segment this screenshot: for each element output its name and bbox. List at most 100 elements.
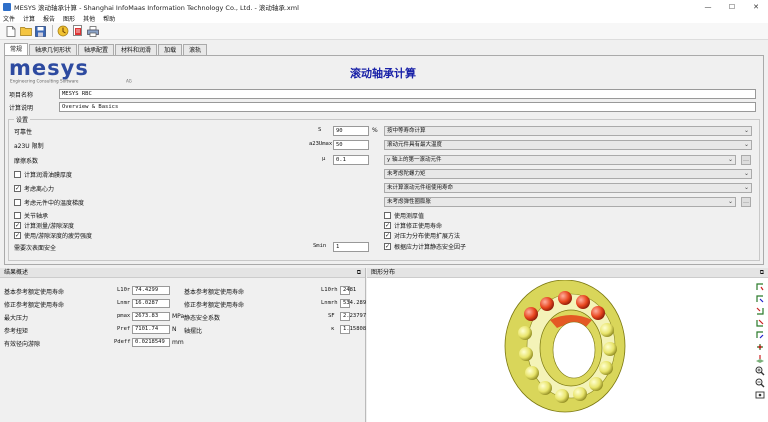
bearing-3d-view[interactable] [470, 280, 750, 422]
view-side-icon[interactable] [755, 330, 765, 340]
save-button[interactable] [34, 25, 47, 38]
temperature-mode-select[interactable]: 滚动元件具有最大温度 ⌄ [384, 140, 752, 150]
zoom-out-icon[interactable] [755, 378, 765, 388]
ball [600, 323, 614, 337]
close-icon[interactable]: ✕ [744, 0, 768, 13]
ring-expansion-options-button[interactable]: … [741, 197, 751, 207]
checkbox-box [14, 212, 21, 219]
checkbox-modified-life[interactable]: 计算修正使用寿命 [384, 221, 442, 230]
rolling-element-options-button[interactable]: … [741, 155, 751, 165]
page-title: 滚动轴承计算 [350, 67, 416, 80]
save-icon [35, 25, 46, 37]
pin-icon[interactable]: ⧉ [760, 268, 764, 278]
logo-ag: AG [126, 79, 132, 84]
result-lnmrh-value: 534.289 [340, 299, 366, 308]
checkbox-box [14, 222, 21, 229]
calculate-button[interactable] [56, 25, 69, 38]
ring-expansion-select[interactable]: 未考虑弹性圈膨胀 ⌄ [384, 197, 736, 207]
calc-description-input[interactable]: Overview & Basics [59, 102, 756, 112]
tab-raceway[interactable]: 滚轨 [183, 44, 208, 55]
checkbox-fatigue-strength[interactable]: 使用/游隙深度的疲劳强度 [14, 231, 92, 240]
result-pdeff-value: 0.0218549 [132, 338, 170, 347]
friction-coefficient-symbol: μ [322, 156, 326, 162]
view-iso-icon[interactable] [755, 354, 765, 364]
life-calc-mode-select[interactable]: 按中等寿命计算 ⌄ [384, 126, 752, 136]
checkbox-measured-thickness[interactable]: 使用测厚值 [384, 211, 424, 220]
ring-expansion-value: 未考虑弹性圈膨胀 [387, 199, 432, 205]
checkbox-box [384, 232, 391, 239]
report-button[interactable] [71, 25, 84, 38]
result-label: 基本参考额定使用寿命 [184, 289, 245, 296]
subsurface-safety-symbol: Smin [313, 243, 327, 249]
result-symbol: SF [328, 313, 335, 319]
friction-coefficient-input[interactable]: 0.1 [333, 155, 369, 165]
result-symbol: Pdeff [114, 339, 131, 345]
menu-graphics[interactable]: 图形 [63, 14, 75, 23]
app-icon [3, 2, 11, 11]
tab-material-lubrication[interactable]: 材料和润滑 [115, 44, 158, 55]
ball [519, 347, 533, 361]
checkbox-box [14, 199, 21, 206]
ball [538, 381, 552, 395]
rotate-z-icon[interactable] [755, 306, 765, 316]
rolling-set-life-select[interactable]: 未计算滚动元件组使用寿命 ⌄ [384, 183, 752, 193]
chevron-down-icon: ⌄ [727, 198, 733, 205]
ball-loaded [576, 295, 590, 309]
ball [518, 326, 532, 340]
logo-graphic: mesys Engineering Consulting Software AG [9, 56, 132, 84]
maximize-icon[interactable]: ☐ [720, 0, 744, 13]
minimize-icon[interactable]: — [696, 0, 720, 13]
subsurface-safety-input[interactable]: 1 [333, 242, 369, 252]
rotate-x-icon[interactable] [755, 282, 765, 292]
first-rolling-element-select[interactable]: y 轴上的第一滚动元件 ⌄ [384, 155, 736, 165]
menu-other[interactable]: 其他 [83, 14, 95, 23]
checkbox-label: 考虑元件中的温度梯度 [24, 200, 85, 207]
checkbox-clearance-depth[interactable]: 计算测量/游隙深度 [14, 221, 74, 230]
result-label: 轴摆比 [184, 328, 203, 335]
reliability-input[interactable]: 90 [333, 126, 369, 136]
menu-report[interactable]: 报告 [43, 14, 55, 23]
chevron-down-icon: ⌄ [743, 127, 749, 134]
menu-help[interactable]: 帮助 [103, 14, 115, 23]
checkbox-joint-bearing[interactable]: 关节轴承 [14, 211, 48, 220]
tab-bearing-geometry[interactable]: 轴承几何形状 [29, 44, 78, 55]
checkbox-box [14, 171, 21, 178]
new-file-button[interactable] [4, 25, 17, 38]
result-sf-value: 2.23797 [340, 312, 366, 321]
gyroscopic-moment-select[interactable]: 未考虑陀螺力矩 ⌄ [384, 169, 752, 179]
checkbox-centrifugal-force[interactable]: 考虑离心力 [14, 184, 54, 193]
project-name-input[interactable]: MESYS RBC [59, 89, 756, 99]
checkbox-temperature-gradient[interactable]: 考虑元件中的温度梯度 [14, 198, 84, 207]
result-unit: MPa [172, 313, 185, 320]
rotate-y-icon[interactable] [755, 294, 765, 304]
temperature-mode-value: 滚动元件具有最大温度 [387, 142, 443, 148]
zoom-in-icon[interactable] [755, 366, 765, 376]
checkbox-label: 计算修正使用寿命 [394, 223, 443, 230]
checkbox-label: 计算润滑油膜厚度 [24, 172, 73, 179]
view-top-icon[interactable] [755, 342, 765, 352]
result-label: 基本参考额定使用寿命 [4, 289, 65, 296]
print-button[interactable] [86, 25, 99, 38]
pin-icon[interactable]: ⧉ [357, 268, 361, 278]
tab-general[interactable]: 常规 [4, 43, 29, 55]
checkbox-label: 对压力分布使用扩展方法 [394, 233, 461, 240]
calculate-icon [57, 25, 68, 37]
fit-view-icon[interactable] [755, 390, 765, 400]
checkbox-label: 计算测量/游隙深度 [24, 223, 75, 230]
view-front-icon[interactable] [755, 318, 765, 328]
reliability-symbol: S [318, 127, 322, 133]
toolbar [0, 23, 768, 40]
tab-bearing-config[interactable]: 轴承配置 [78, 44, 115, 55]
checkbox-static-safety-stress[interactable]: 根据应力计算静态安全因子 [384, 242, 466, 251]
tab-loading[interactable]: 加载 [158, 44, 183, 55]
open-file-button[interactable] [19, 25, 32, 38]
result-label: 参考扭矩 [4, 328, 29, 335]
folder-icon [19, 27, 32, 36]
menu-calc[interactable]: 计算 [23, 14, 35, 23]
checkbox-lubricant-film[interactable]: 计算润滑油膜厚度 [14, 170, 72, 179]
ball [573, 387, 587, 401]
checkbox-extended-pressure[interactable]: 对压力分布使用扩展方法 [384, 231, 460, 240]
result-symbol: L10rh [321, 287, 338, 293]
a23u-limit-input[interactable]: 50 [333, 140, 369, 150]
menu-file[interactable]: 文件 [3, 14, 15, 23]
